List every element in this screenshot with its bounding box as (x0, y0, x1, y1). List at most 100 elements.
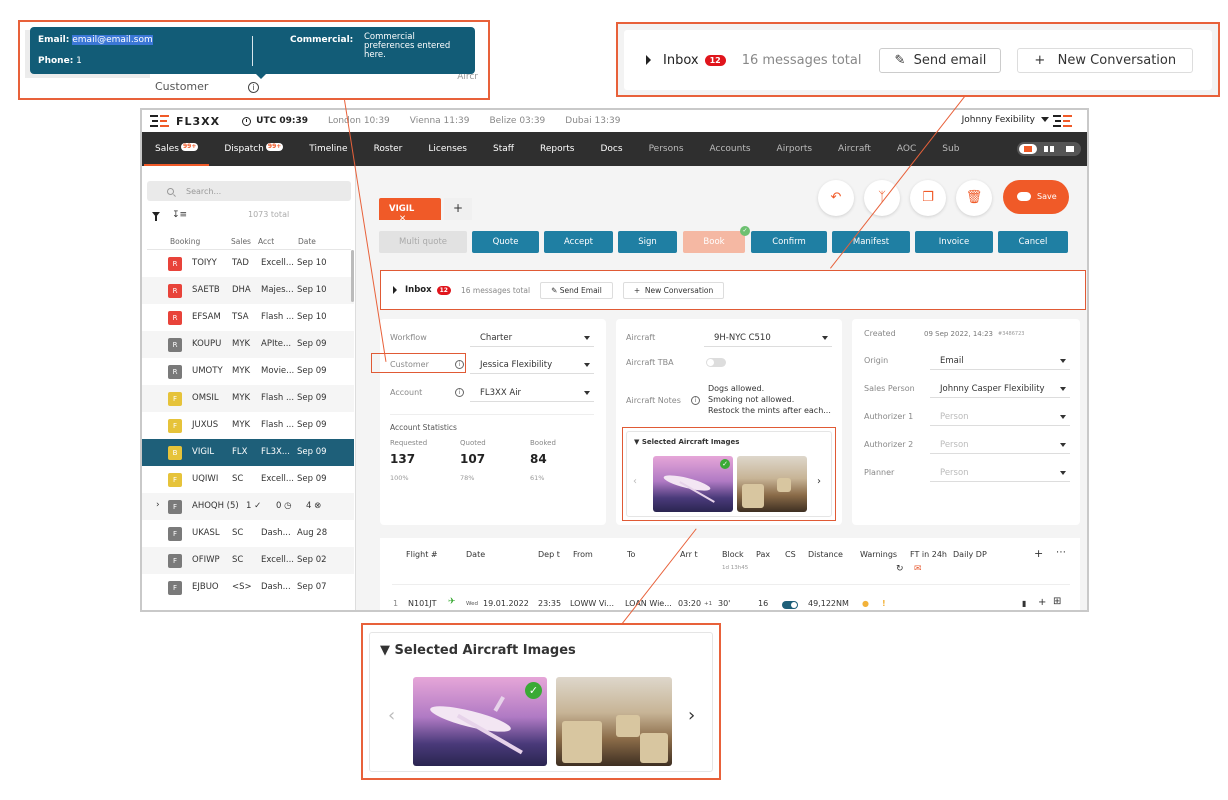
chevron-right-icon[interactable]: › (817, 476, 821, 487)
arr-time[interactable]: 03:20 (678, 599, 701, 608)
booking-row[interactable]: › F AHOQH (5) 1 ✓ 0 ◷ 4 ⊗ (142, 493, 354, 520)
add-row-icon[interactable]: + (1038, 597, 1046, 608)
field-select[interactable]: Johnny Casper Flexibility (930, 382, 1070, 398)
col-booking[interactable]: Booking (170, 237, 200, 246)
col-distance[interactable]: Distance (808, 550, 843, 559)
booking-row[interactable]: R SAETB DHA Majes... Sep 10 (142, 277, 354, 304)
booking-row[interactable]: B VIGIL FLX FL3X... Sep 09 (142, 439, 354, 466)
nav-staff[interactable]: Staff (480, 132, 527, 166)
inbox-label[interactable]: Inbox (405, 285, 432, 295)
send-email-button[interactable]: ✎ Send email (879, 47, 1002, 73)
accept-button[interactable]: Accept (544, 231, 613, 253)
images-title[interactable]: ▼ Selected Aircraft Images (380, 643, 576, 658)
aircraft-cabin-image[interactable] (556, 677, 672, 766)
col-flight[interactable]: Flight # (406, 550, 438, 559)
nav-docs[interactable]: Docs (588, 132, 636, 166)
warning-icon[interactable]: ! (882, 599, 886, 608)
field-select[interactable]: Email (930, 354, 1070, 370)
account-select[interactable]: FL3XX Air (470, 386, 594, 402)
workflow-select[interactable]: Charter (470, 331, 594, 347)
booking-row[interactable]: R EFSAM TSA Flash ... Sep 10 (142, 304, 354, 331)
layout-right-icon[interactable] (1061, 144, 1079, 154)
expand-chevron-icon[interactable]: › (156, 500, 160, 510)
aircraft-exterior-image[interactable]: ✓ (653, 456, 733, 512)
list-scrollbar[interactable] (351, 250, 354, 302)
add-column-icon[interactable]: + (1034, 547, 1043, 560)
col-warnings[interactable]: Warnings (860, 550, 897, 559)
booking-row[interactable]: R UMOTY MYK Movie... Sep 09 (142, 358, 354, 385)
refresh-icon[interactable]: ↻ (896, 564, 904, 574)
expand-caret-icon[interactable] (646, 55, 651, 65)
invoice-button[interactable]: Invoice (915, 231, 993, 253)
chevron-right-icon[interactable]: › (688, 705, 695, 726)
field-select[interactable]: Person (930, 438, 1070, 454)
nav-roster[interactable]: Roster (361, 132, 416, 166)
search-input[interactable]: Search... (147, 181, 351, 201)
col-pax[interactable]: Pax (756, 550, 770, 559)
from-airport[interactable]: LOWW Vi... (570, 599, 614, 608)
layout-left-icon[interactable] (1018, 144, 1037, 154)
nav-dispatch[interactable]: Dispatch 99+ (211, 132, 296, 166)
aircraft-notes[interactable]: Dogs allowed. Smoking not allowed. Resto… (708, 383, 831, 416)
multi-quote-button[interactable]: Multi quote (379, 231, 467, 253)
nav-sales[interactable]: Sales 99+ (142, 132, 211, 166)
new-conversation-button[interactable]: + New Conversation (1017, 47, 1194, 73)
user-menu[interactable]: Johnny Fexibility (962, 115, 1049, 125)
sign-button[interactable]: Sign (618, 231, 677, 253)
flight-date[interactable]: 19.01.2022 (483, 599, 529, 608)
col-sales[interactable]: Sales (231, 237, 251, 246)
grid-icon[interactable]: ⊞ (1053, 596, 1061, 607)
aircraft-tba-toggle[interactable] (706, 358, 726, 367)
email-value[interactable]: email@email.som (72, 35, 153, 45)
field-select[interactable]: Person (930, 466, 1070, 482)
flight-number[interactable]: N101JT (408, 599, 437, 608)
nav-airports[interactable]: Airports (764, 132, 826, 166)
chevron-left-icon[interactable]: ‹ (388, 705, 395, 726)
col-to[interactable]: To (627, 550, 635, 559)
images-title[interactable]: ▼ Selected Aircraft Images (634, 438, 739, 446)
info-icon[interactable]: i (248, 82, 259, 93)
confirm-button[interactable]: Confirm (751, 231, 827, 253)
mail-alert-icon[interactable]: ✉ (914, 564, 922, 574)
aircraft-exterior-image[interactable]: ✓ (413, 677, 547, 766)
pax-count[interactable]: 16 (758, 599, 768, 608)
info-icon[interactable]: i (455, 388, 464, 397)
more-icon[interactable]: ⋯ (1056, 547, 1066, 558)
trash-icon[interactable]: ▮ (1022, 599, 1026, 608)
inbox-label[interactable]: Inbox (663, 53, 699, 68)
save-button[interactable]: Save (1003, 180, 1069, 214)
to-airport[interactable]: LOAN Wie... (625, 599, 672, 608)
booking-row[interactable]: F UKASL SC Dash... Aug 28 (142, 520, 354, 547)
undo-button[interactable]: ↶ (818, 180, 854, 216)
nav-aircraft[interactable]: Aircraft (825, 132, 884, 166)
col-ft24[interactable]: FT in 24h (910, 550, 947, 559)
booking-row[interactable]: F OMSIL MYK Flash ... Sep 09 (142, 385, 354, 412)
layout-split-icon[interactable] (1040, 144, 1058, 154)
fl3xx-logo[interactable]: FL3XX (150, 115, 220, 128)
aircraft-select[interactable]: 9H-NYC C510 (704, 331, 832, 347)
nav-persons[interactable]: Persons (636, 132, 697, 166)
delete-button[interactable]: 🗑 (956, 180, 992, 216)
col-cs[interactable]: CS (785, 550, 796, 559)
col-date[interactable]: Date (298, 237, 316, 246)
col-daily-dp[interactable]: Daily DP (953, 550, 987, 559)
booking-row[interactable]: F EJBUO <S> Dash... Sep 07 (142, 574, 354, 601)
col-date[interactable]: Date (466, 550, 485, 559)
field-select[interactable]: Person (930, 410, 1070, 426)
booking-row[interactable]: R TOIYY TAD Excell... Sep 10 (142, 250, 354, 277)
nav-reports[interactable]: Reports (527, 132, 588, 166)
col-arr[interactable]: Arr t (680, 550, 698, 559)
booking-row[interactable]: F OFIWP SC Excell... Sep 02 (142, 547, 354, 574)
add-tab-button[interactable]: + (444, 198, 472, 220)
new-conversation-button[interactable]: + New Conversation (622, 281, 725, 299)
info-icon[interactable]: i (455, 360, 464, 369)
expand-caret-icon[interactable] (393, 286, 397, 294)
layout-view-toggle[interactable] (1017, 142, 1081, 156)
aircraft-cabin-image[interactable] (737, 456, 807, 512)
booking-row[interactable]: F UQIWI SC Excell... Sep 09 (142, 466, 354, 493)
nav-sub[interactable]: Sub (929, 132, 972, 166)
sort-icon[interactable]: ↧≡ (172, 210, 187, 220)
book-button[interactable]: Book ✓ (683, 226, 750, 253)
booking-row[interactable]: F JUXUS MYK Flash ... Sep 09 (142, 412, 354, 439)
col-block[interactable]: Block (722, 550, 744, 559)
